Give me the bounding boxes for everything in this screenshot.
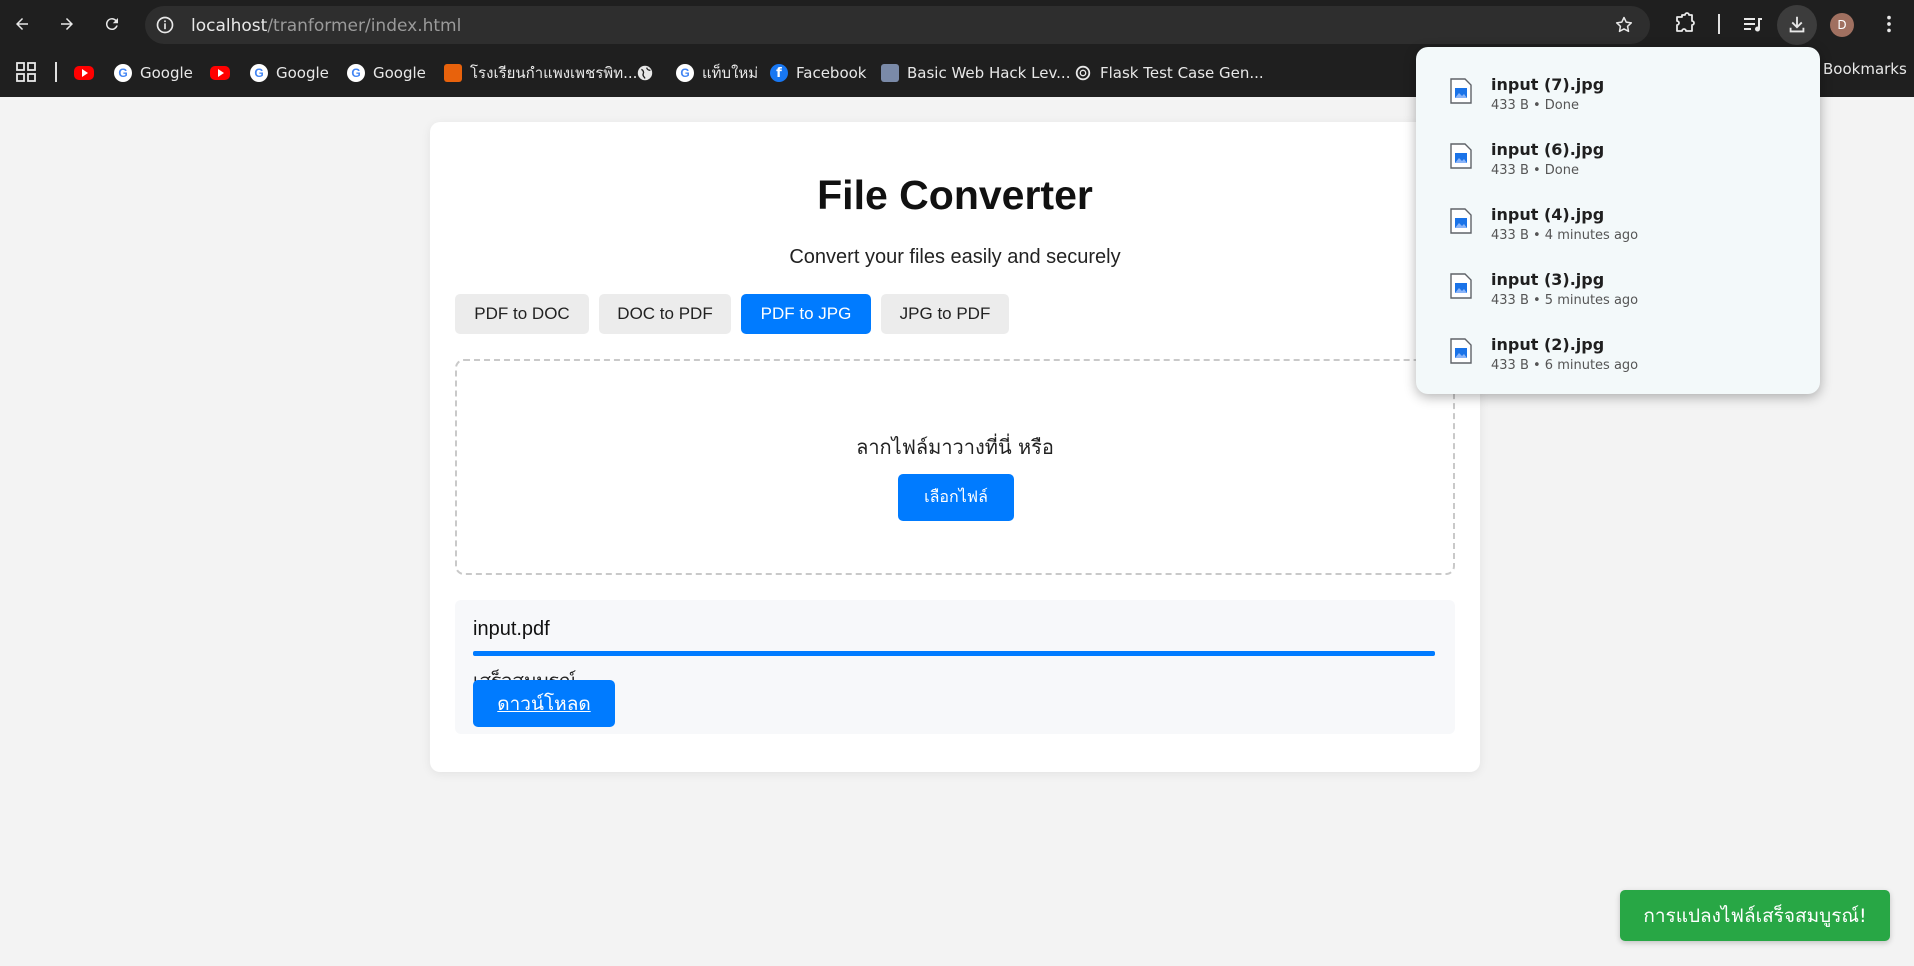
image-file-icon xyxy=(1450,143,1472,169)
page-subtitle: Convert your files easily and securely xyxy=(789,246,1121,268)
bookmark-facebook[interactable]: f Facebook xyxy=(770,60,866,86)
download-item[interactable]: input (4).jpg 433 B • 4 minutes ago xyxy=(1416,194,1820,254)
browser-toolbar: localhost/tranformer/index.html D xyxy=(0,0,1914,49)
extensions-icon[interactable] xyxy=(1673,12,1697,36)
download-icon xyxy=(1789,16,1805,33)
google-icon: G xyxy=(676,64,694,82)
youtube-icon xyxy=(74,66,94,80)
download-file-name: input (7).jpg xyxy=(1491,75,1605,94)
profile-avatar[interactable]: D xyxy=(1830,13,1854,37)
file-dropzone[interactable]: ลากไฟล์มาวางที่นี่ หรือ เลือกไฟล์ xyxy=(455,359,1455,575)
bookmark-label: Google xyxy=(373,64,426,82)
download-item[interactable]: input (2).jpg 433 B • 6 minutes ago xyxy=(1416,324,1820,384)
download-file-meta: 433 B • 6 minutes ago xyxy=(1491,358,1639,373)
download-item[interactable]: input (7).jpg 433 B • Done xyxy=(1416,64,1820,124)
more-options-icon[interactable] xyxy=(1878,12,1900,36)
youtube-icon xyxy=(210,66,230,80)
bookmark-google-1[interactable]: G Google xyxy=(114,60,193,86)
url-host: localhost xyxy=(191,16,268,36)
download-file-name: input (6).jpg xyxy=(1491,140,1605,159)
downloads-panel: input (7).jpg 433 B • Done input (6).jpg… xyxy=(1416,47,1820,394)
download-file-name: input (4).jpg xyxy=(1491,205,1605,224)
progress-bar xyxy=(473,651,1435,656)
apps-grid-icon[interactable] xyxy=(16,62,36,82)
bookmark-flask[interactable]: Flask Test Case Gen... xyxy=(1074,60,1264,86)
site-info-icon[interactable] xyxy=(155,15,175,35)
dropzone-text: ลากไฟล์มาวางที่นี่ หรือ xyxy=(856,435,1054,459)
result-file-name: input.pdf xyxy=(473,618,550,640)
all-bookmarks-link[interactable]: Bookmarks xyxy=(1823,60,1907,78)
reload-icon xyxy=(105,18,118,31)
url-path: /tranformer/index.html xyxy=(267,16,462,36)
image-file-icon xyxy=(1450,273,1472,299)
bookmark-label: Google xyxy=(140,64,193,82)
toolbar-divider xyxy=(1718,14,1720,34)
bookmark-globe[interactable] xyxy=(636,60,654,86)
building-icon xyxy=(881,64,899,82)
back-button[interactable] xyxy=(8,10,36,38)
image-file-icon xyxy=(1450,338,1472,364)
address-bar[interactable]: localhost/tranformer/index.html xyxy=(145,6,1650,44)
bookmark-label: Basic Web Hack Lev... xyxy=(907,64,1071,82)
bookmark-google-3[interactable]: G Google xyxy=(347,60,426,86)
bookmark-label: Google xyxy=(276,64,329,82)
success-toast: การแปลงไฟล์เสร็จสมบูรณ์! xyxy=(1620,890,1890,941)
downloads-button[interactable] xyxy=(1777,5,1817,45)
facebook-icon: f xyxy=(770,64,788,82)
bookmark-new-tab[interactable]: G แท็บใหม่ xyxy=(676,60,758,86)
bookmark-web-hack[interactable]: Basic Web Hack Lev... xyxy=(881,60,1070,86)
openai-icon xyxy=(1075,65,1091,81)
url-text: localhost/tranformer/index.html xyxy=(191,16,461,36)
tab-pdf-to-doc[interactable]: PDF to DOC xyxy=(455,294,589,334)
download-file-name: input (2).jpg xyxy=(1491,335,1605,354)
back-arrow-icon xyxy=(16,18,28,30)
page-title: File Converter xyxy=(817,172,1093,218)
image-file-icon xyxy=(1450,208,1472,234)
conversion-result: input.pdf เสร็จสมบูรณ์ ดาวน์โหลด xyxy=(455,600,1455,734)
media-control-icon[interactable] xyxy=(1741,12,1765,36)
google-icon: G xyxy=(250,64,268,82)
bookmark-youtube-2[interactable] xyxy=(210,60,230,86)
bookmark-label: โรงเรียนกำแพงเพชรพิท... xyxy=(470,64,638,82)
image-file-icon xyxy=(1450,78,1472,104)
bookmark-google-2[interactable]: G Google xyxy=(250,60,329,86)
download-item[interactable]: input (3).jpg 433 B • 5 minutes ago xyxy=(1416,259,1820,319)
bookmark-star-icon[interactable] xyxy=(1614,15,1634,35)
forward-button[interactable] xyxy=(53,10,81,38)
download-button[interactable]: ดาวน์โหลด xyxy=(473,680,615,727)
globe-icon xyxy=(637,65,653,81)
download-file-meta: 433 B • 5 minutes ago xyxy=(1491,293,1639,308)
bookmark-label: Facebook xyxy=(796,64,867,82)
school-icon xyxy=(444,64,462,82)
download-file-meta: 433 B • 4 minutes ago xyxy=(1491,228,1639,243)
tab-pdf-to-jpg[interactable]: PDF to JPG xyxy=(741,294,871,334)
download-file-meta: 433 B • Done xyxy=(1491,163,1579,178)
bookmark-youtube-1[interactable] xyxy=(74,60,94,86)
bookmark-label: แท็บใหม่ xyxy=(702,64,759,82)
google-icon: G xyxy=(347,64,365,82)
bookmarks-divider xyxy=(55,62,57,82)
forward-arrow-icon xyxy=(61,18,73,30)
download-item[interactable]: input (6).jpg 433 B • Done xyxy=(1416,129,1820,189)
converter-card: File Converter Convert your files easily… xyxy=(430,122,1480,772)
download-file-meta: 433 B • Done xyxy=(1491,98,1579,113)
download-file-name: input (3).jpg xyxy=(1491,270,1605,289)
bookmark-school[interactable]: โรงเรียนกำแพงเพชรพิท... xyxy=(444,60,637,86)
choose-file-button[interactable]: เลือกไฟล์ xyxy=(898,474,1014,521)
google-icon: G xyxy=(114,64,132,82)
tab-doc-to-pdf[interactable]: DOC to PDF xyxy=(599,294,731,334)
tab-jpg-to-pdf[interactable]: JPG to PDF xyxy=(881,294,1009,334)
bookmark-label: Flask Test Case Gen... xyxy=(1100,64,1264,82)
reload-button[interactable] xyxy=(98,10,126,38)
